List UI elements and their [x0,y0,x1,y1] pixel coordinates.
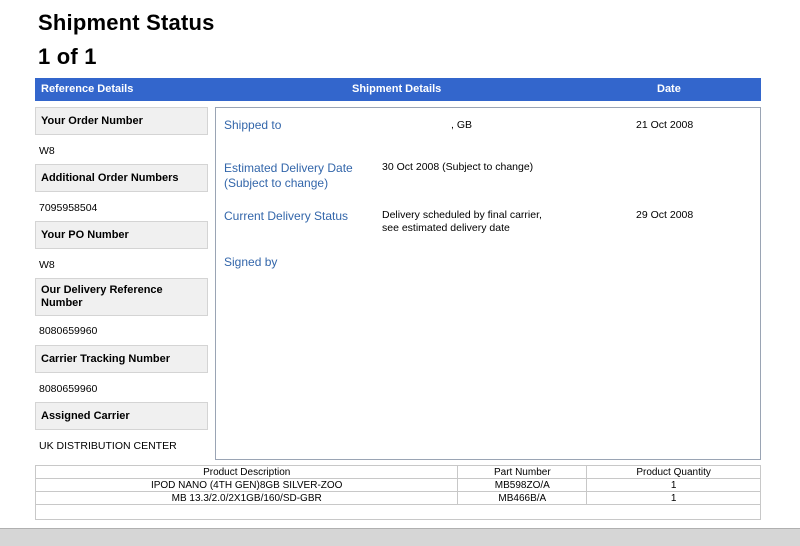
page-title: Shipment Status [38,10,215,35]
window-status-bar [0,528,800,546]
product-description-header: Product Description [34,465,459,479]
table-row: MB 13.3/2.0/2X1GB/160/SD-GBR MB466B/A 1 [34,491,761,505]
delivery-status-date: 29 Oct 2008 [636,209,694,221]
shipped-to-label: Shipped to [224,118,282,132]
date-heading: Date [657,83,681,95]
estimated-delivery-value: 30 Oct 2008 (Subject to change) [382,161,534,173]
reference-details-heading: Reference Details [41,83,134,95]
table-row: IPOD NANO (4TH GEN)8GB SILVER-ZOO MB598Z… [34,478,761,492]
shipment-details-panel: Shipped to , GB 21 Oct 2008 Estimated De… [215,107,761,460]
delivery-status-value-line2: see estimated delivery date [382,222,510,234]
assigned-carrier-label: Assigned Carrier [35,402,208,430]
product-description-cell: IPOD NANO (4TH GEN)8GB SILVER-ZOO [34,478,459,492]
product-quantity-cell: 1 [586,491,761,505]
order-number-value: W8 [39,145,55,157]
estimated-delivery-label-line2: (Subject to change) [224,176,329,190]
additional-order-numbers-label: Additional Order Numbers [35,164,208,192]
part-number-cell: MB466B/A [457,491,588,505]
po-number-label: Your PO Number [35,221,208,249]
pagination-label: 1 of 1 [38,44,97,69]
po-number-value: W8 [39,259,55,271]
tracking-number-label: Carrier Tracking Number [35,345,208,373]
empty-table-row [35,504,761,520]
estimated-delivery-label-line1: Estimated Delivery Date [224,161,353,175]
empty-cell [35,504,761,520]
product-description-cell: MB 13.3/2.0/2X1GB/160/SD-GBR [34,491,459,505]
delivery-status-value-line1: Delivery scheduled by final carrier, [382,209,542,221]
signed-by-label: Signed by [224,255,278,269]
shipped-date: 21 Oct 2008 [636,119,694,131]
delivery-status-label: Current Delivery Status [224,209,349,223]
products-header-row: Product Description Part Number Product … [34,465,761,479]
shipment-details-heading: Shipment Details [352,83,442,95]
delivery-reference-label: Our Delivery Reference Number [35,278,208,316]
section-header-bar: Reference Details Shipment Details Date [35,78,761,101]
order-number-label: Your Order Number [35,107,208,135]
product-quantity-cell: 1 [586,478,761,492]
additional-order-numbers-value: 7095958504 [39,202,98,214]
delivery-reference-value: 8080659960 [39,325,98,337]
part-number-cell: MB598ZO/A [457,478,588,492]
products-table: Product Description Part Number Product … [34,465,761,520]
shipped-to-value: , GB [451,119,473,131]
part-number-header: Part Number [457,465,588,479]
tracking-number-value: 8080659960 [39,383,98,395]
assigned-carrier-value: UK DISTRIBUTION CENTER [39,440,177,452]
product-quantity-header: Product Quantity [586,465,761,479]
